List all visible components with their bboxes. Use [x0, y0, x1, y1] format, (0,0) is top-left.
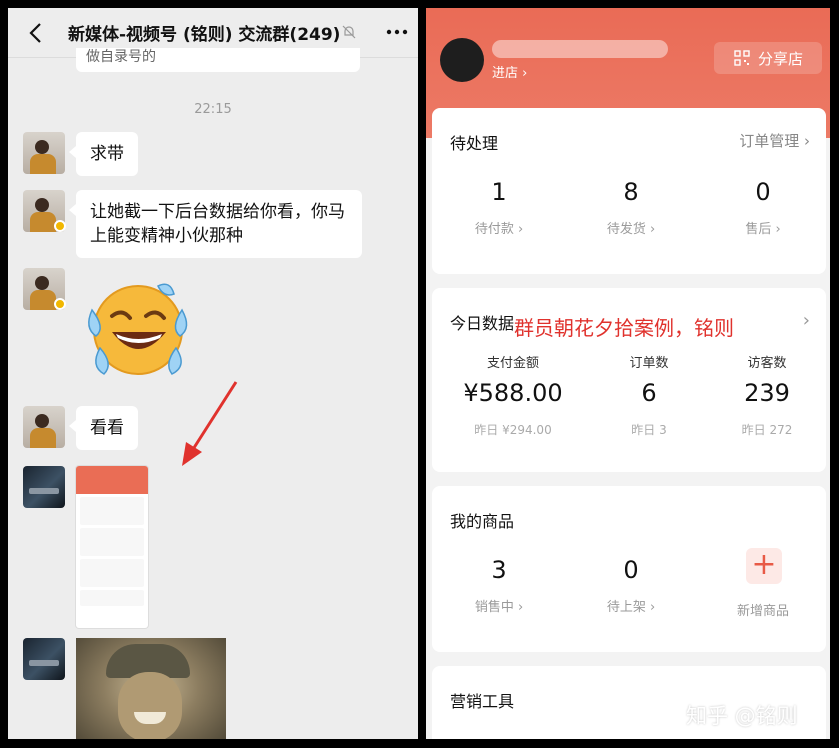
sender-avatar[interactable] — [23, 638, 65, 680]
thumbnail-card — [80, 559, 144, 587]
stat-value: 6 — [641, 379, 657, 407]
pending-card: 待处理 订单管理 › 1 待付款 › 8 待发货 › 0 售后 › — [432, 108, 826, 274]
laughing-crying-emoji-sticker[interactable] — [78, 270, 198, 390]
pending-listing-stat[interactable]: 0 待上架 › — [566, 556, 696, 615]
stat-yesterday: 昨日 ¥294.00 — [474, 423, 552, 437]
visitor-count-stat: 访客数 239 昨日 272 — [702, 352, 830, 438]
stat-header: 支付金额 — [486, 356, 539, 371]
photo-face — [118, 672, 182, 739]
truncated-message-text: 做自录号的 — [86, 49, 156, 65]
zhihu-watermark: 知乎 @铭则 — [686, 704, 798, 728]
sender-avatar[interactable] — [23, 466, 65, 508]
truncated-message-bubble: 做自录号的 — [76, 48, 360, 72]
red-annotation-arrow-icon — [182, 381, 238, 466]
thumbnail-header — [76, 466, 148, 494]
share-shop-button[interactable]: 分享店 — [714, 42, 822, 74]
blurred-shop-name — [492, 40, 668, 58]
stat-header: 访客数 — [747, 356, 787, 371]
stat-label: 待上架 › — [606, 600, 656, 615]
stat-value: 239 — [744, 379, 790, 407]
thumbnail-card — [80, 590, 144, 606]
more-options-icon[interactable] — [386, 26, 408, 38]
add-product-label: 新增商品 — [736, 604, 789, 619]
stat-value: 8 — [623, 178, 639, 206]
verified-badge — [54, 298, 66, 310]
stat-value: ¥588.00 — [463, 379, 563, 407]
add-product-button[interactable]: 新增商品 — [698, 600, 828, 619]
mute-bell-icon — [342, 25, 356, 39]
message-bubble: 看看 — [69, 406, 138, 450]
my-products-card: 我的商品 3 销售中 › 0 待上架 › + 新增商品 — [432, 486, 826, 652]
stat-value: 3 — [491, 556, 507, 584]
share-shop-label: 分享店 — [758, 50, 804, 68]
order-management-link[interactable]: 订单管理 › — [739, 130, 810, 151]
pending-payment-stat[interactable]: 1 待付款 › — [434, 178, 564, 237]
sender-avatar[interactable] — [23, 406, 65, 448]
shop-avatar[interactable] — [440, 38, 484, 82]
chat-title: 新媒体-视频号 (铭则) 交流群(249) — [68, 25, 341, 45]
annotation-overlay-text: 群员朝花夕拾案例，铭则 — [514, 316, 734, 340]
stat-value: 0 — [623, 556, 639, 584]
stat-yesterday: 昨日 272 — [741, 423, 793, 437]
on-sale-stat[interactable]: 3 销售中 › — [434, 556, 564, 615]
enter-shop-link[interactable]: 进店 › — [492, 62, 527, 81]
add-product-plus-icon[interactable]: + — [746, 548, 782, 584]
marketing-tools-title: 营销工具 — [450, 692, 515, 711]
stat-value: 0 — [755, 178, 771, 206]
stat-label: 售后 › — [745, 222, 781, 237]
pending-shipment-stat[interactable]: 8 待发货 › — [566, 178, 696, 237]
my-products-title: 我的商品 — [450, 512, 515, 531]
verified-badge — [54, 220, 66, 232]
message-text: 让她截一下后台数据给你看，你马上能变精神小伙那种 — [90, 202, 345, 246]
back-arrow-icon[interactable] — [26, 22, 46, 44]
shared-photo-image[interactable] — [76, 638, 226, 739]
today-data-title: 今日数据 — [450, 314, 515, 333]
chevron-right-icon[interactable]: › — [803, 310, 810, 331]
pending-title: 待处理 — [450, 134, 499, 153]
message-bubble: 让她截一下后台数据给你看，你马上能变精神小伙那种 — [69, 190, 362, 258]
chat-timestamp: 22:15 — [194, 102, 232, 117]
shared-screenshot-thumbnail[interactable] — [76, 466, 148, 628]
after-sales-stat[interactable]: 0 售后 › — [698, 178, 828, 237]
stat-yesterday: 昨日 3 — [631, 423, 667, 437]
thumbnail-card — [80, 497, 144, 525]
payment-amount-stat: 支付金额 ¥588.00 昨日 ¥294.00 — [448, 352, 578, 438]
message-bubble: 求带 — [69, 132, 138, 176]
qr-code-icon — [734, 50, 750, 66]
stat-value: 1 — [491, 178, 507, 206]
message-text: 求带 — [90, 144, 124, 164]
message-text: 看看 — [90, 418, 124, 438]
shop-panel: 进店 › 分享店 待处理 订单管理 › 1 待付款 › 8 待发货 › 0 售后… — [426, 8, 830, 739]
order-count-stat: 订单数 6 昨日 3 — [584, 352, 714, 438]
chat-panel: 新媒体-视频号 (铭则) 交流群(249) 做自录号的 22:15 求带 让她截… — [8, 8, 418, 739]
sender-avatar[interactable] — [23, 132, 65, 174]
thumbnail-card — [80, 528, 144, 556]
stat-label: 待发货 › — [606, 222, 656, 237]
stat-label: 销售中 › — [474, 600, 524, 615]
stat-label: 待付款 › — [474, 222, 524, 237]
stat-header: 订单数 — [629, 356, 669, 371]
